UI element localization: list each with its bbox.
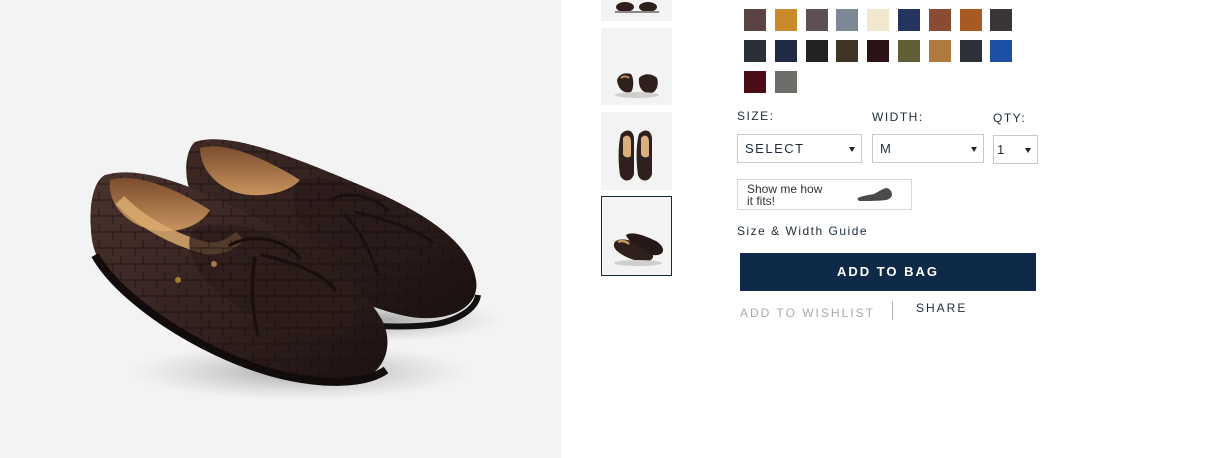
color-swatch-17[interactable] [960, 40, 982, 62]
chevron-down-icon [1025, 148, 1031, 153]
color-swatch-18[interactable] [990, 40, 1012, 62]
color-swatch-11[interactable] [775, 40, 797, 62]
color-swatch-9[interactable] [990, 9, 1012, 31]
size-label: SIZE: [737, 109, 775, 123]
color-swatch-15[interactable] [898, 40, 920, 62]
show-fit-text: Show me how it fits! [747, 182, 823, 208]
color-swatch-10[interactable] [744, 40, 766, 62]
size-width-guide-link[interactable]: Size & Width Guide [737, 224, 868, 238]
color-swatch-14[interactable] [867, 40, 889, 62]
color-swatch-16[interactable] [929, 40, 951, 62]
width-label: WIDTH: [872, 110, 924, 124]
show-fit-button[interactable]: Show me how it fits! [737, 179, 912, 210]
qty-select[interactable]: 1 [993, 135, 1038, 164]
color-swatch-3[interactable] [806, 9, 828, 31]
share-link[interactable]: SHARE [916, 301, 967, 315]
color-swatch-12[interactable] [806, 40, 828, 62]
color-swatch-7[interactable] [929, 9, 951, 31]
size-select-value: SELECT [745, 141, 805, 156]
add-to-bag-button[interactable]: ADD TO BAG [740, 253, 1036, 291]
thumbnail-4[interactable] [601, 196, 672, 276]
color-swatch-19[interactable] [744, 71, 766, 93]
loafer-pair-illustration [90, 139, 500, 400]
add-to-wishlist-link[interactable]: ADD TO WISHLIST [740, 306, 875, 320]
color-swatch-1[interactable] [744, 9, 766, 31]
color-swatch-4[interactable] [836, 9, 858, 31]
thumbnail-shoe-image [618, 130, 652, 181]
color-swatch-2[interactable] [775, 9, 797, 31]
chevron-down-icon [971, 147, 977, 152]
color-swatch-13[interactable] [836, 40, 858, 62]
shoe-icon [857, 188, 892, 201]
thumbnail-3[interactable] [601, 112, 672, 190]
color-swatch-6[interactable] [898, 9, 920, 31]
color-swatch-5[interactable] [867, 9, 889, 31]
thumbnail-shoe-image [613, 233, 664, 266]
thumbnail-1[interactable] [601, 0, 672, 21]
thumbnail-2[interactable] [601, 28, 672, 105]
thumbnail-shoe-image [615, 2, 659, 13]
qty-select-value: 1 [997, 142, 1006, 157]
color-swatch-8[interactable] [960, 9, 982, 31]
divider [892, 301, 893, 320]
main-product-image[interactable] [0, 0, 561, 458]
size-select[interactable]: SELECT [737, 134, 862, 163]
thumbnail-shoe-image [615, 73, 659, 98]
width-select[interactable]: M [872, 134, 984, 163]
color-swatch-20[interactable] [775, 71, 797, 93]
qty-label: QTY: [993, 111, 1027, 125]
width-select-value: M [880, 141, 893, 156]
chevron-down-icon [849, 147, 855, 152]
